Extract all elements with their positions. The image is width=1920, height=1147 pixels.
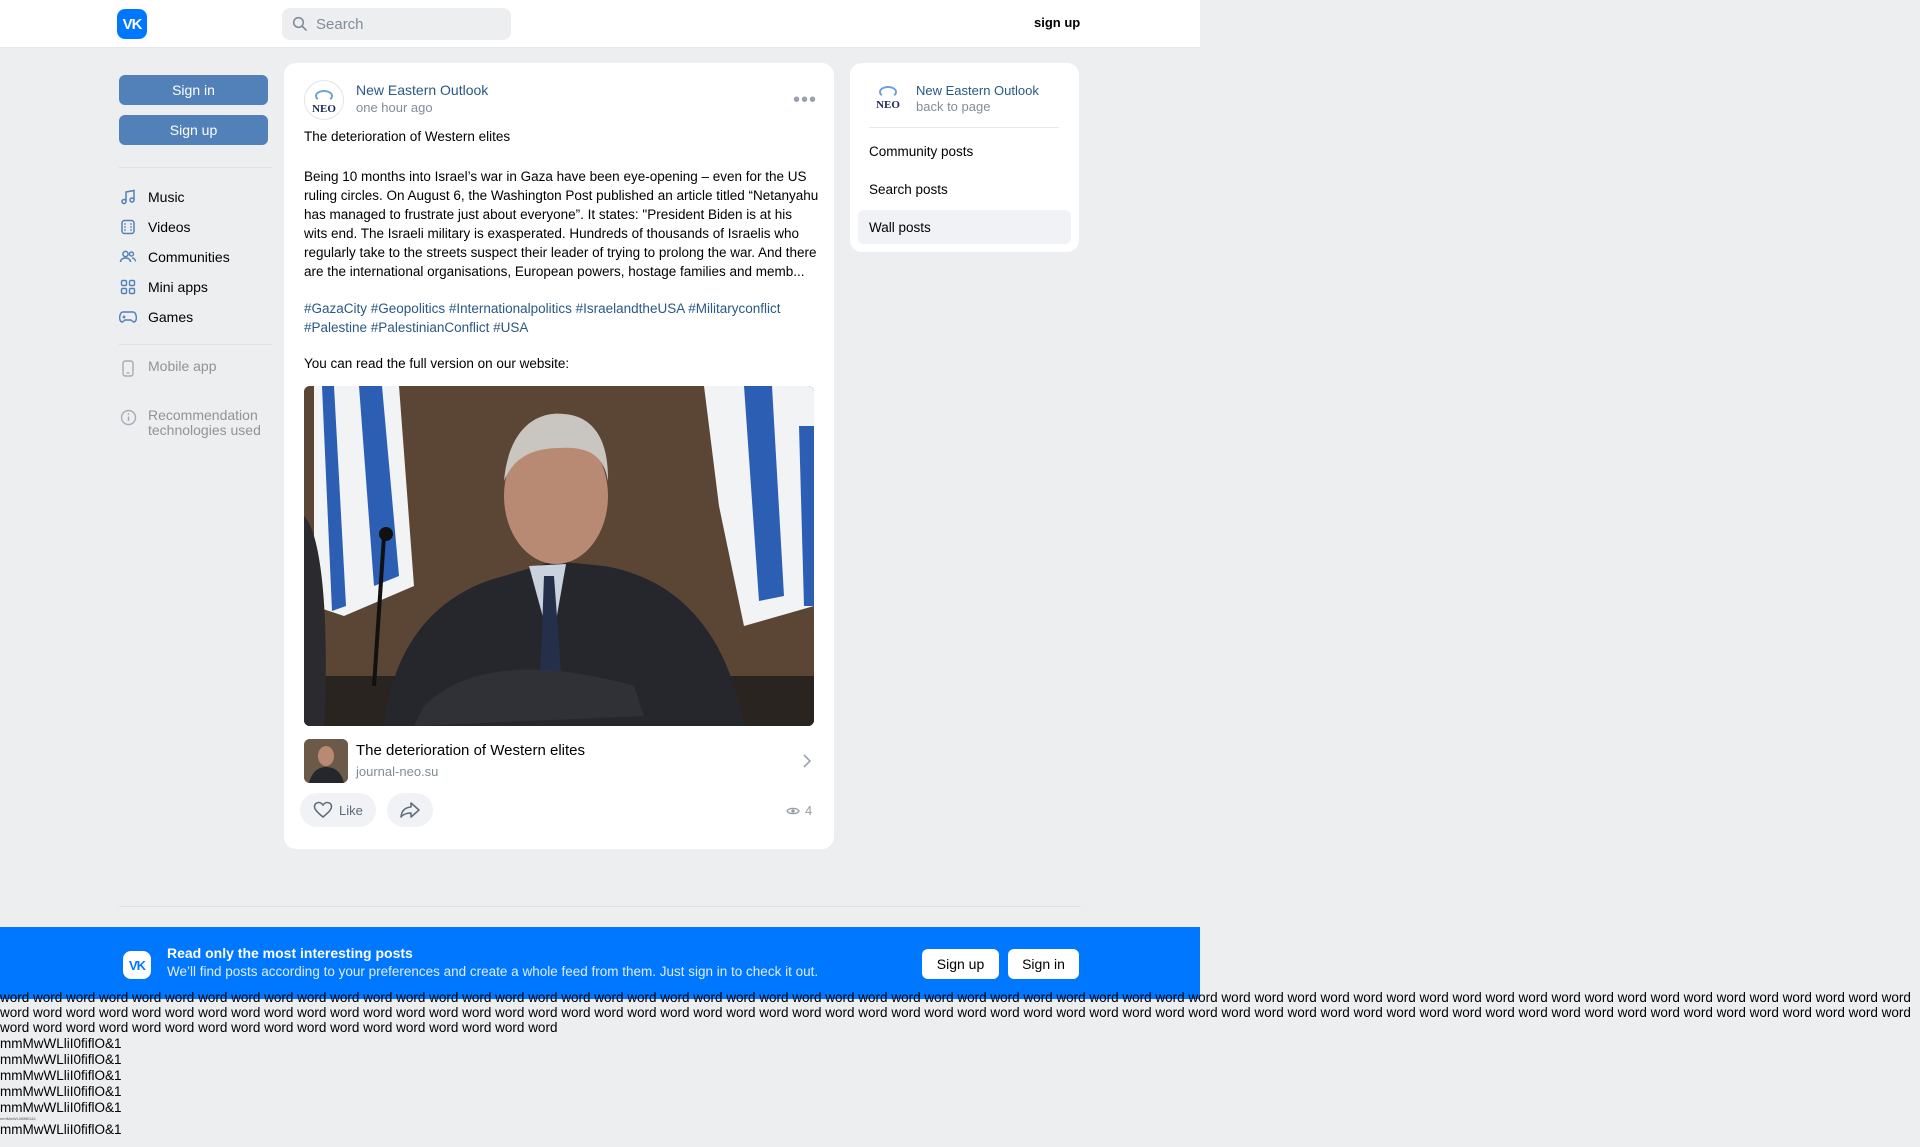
views-count: 4 [805, 803, 813, 818]
nav-label: Mobile app [148, 358, 217, 374]
signin-promo-banner: VK Read only the most interesting posts … [0, 927, 1200, 999]
eye-icon [786, 807, 800, 814]
avatar-text: NEO [876, 99, 900, 111]
right-panel: NEO New Eastern Outlook back to page Com… [850, 63, 1079, 252]
avatar-text: NEO [312, 103, 336, 115]
mini-apps-icon [119, 278, 137, 296]
search-placeholder: Search [316, 15, 364, 33]
nav-item-mobile-app[interactable]: Mobile app [119, 359, 217, 381]
nav-item-videos[interactable]: Videos [119, 216, 191, 238]
post-time[interactable]: one hour ago [356, 100, 433, 115]
link-thumbnail [304, 739, 348, 783]
post-photo[interactable] [304, 386, 814, 726]
community-posts-link[interactable]: Community posts [858, 134, 1071, 168]
vk-logo-icon: VK [123, 951, 151, 979]
views-counter: 4 [786, 803, 812, 818]
info-icon [119, 408, 137, 426]
font-probe-line: mmMwWLliI0fiflO&1 [0, 1122, 122, 1137]
nav-label: Mini apps [148, 279, 208, 295]
wall-posts-link[interactable]: Wall posts [858, 210, 1071, 244]
link-title[interactable]: The deterioration of Western elites [356, 742, 585, 759]
search-icon [292, 16, 307, 31]
banner-subtitle: We’ll find posts according to your prefe… [167, 964, 819, 979]
font-probe-line: mmMwWLliI0fiflO&1 [0, 1036, 122, 1051]
nav-item-communities[interactable]: Communities [119, 246, 230, 268]
sign-in-button[interactable]: Sign in [119, 75, 268, 105]
share-icon [400, 802, 420, 818]
gamepad-icon [119, 308, 137, 326]
nav-label: Communities [148, 249, 230, 265]
chevron-right-icon[interactable] [802, 753, 812, 773]
banner-sign-up-button[interactable]: Sign up [922, 949, 999, 979]
video-icon [119, 218, 137, 236]
nav-item-recommendation[interactable]: Recommendation technologies used [119, 408, 279, 438]
nav-divider [119, 167, 272, 168]
search-posts-link[interactable]: Search posts [858, 172, 1071, 206]
nav-label: Games [148, 309, 194, 325]
heart-icon [313, 801, 333, 818]
communities-icon [119, 248, 137, 266]
nav-item-games[interactable]: Games [119, 306, 193, 328]
globe-icon [879, 86, 897, 98]
post-card: NEO New Eastern Outlook one hour ago •••… [284, 63, 834, 849]
banner-sign-in-button[interactable]: Sign in [1008, 949, 1079, 979]
like-button[interactable]: Like [300, 793, 376, 827]
music-icon [119, 188, 137, 206]
banner-title: Read only the most interesting posts [167, 945, 413, 961]
post-title: The deterioration of Western elites [304, 129, 511, 144]
post-body: Being 10 months into Israel’s war in Gaz… [304, 169, 819, 279]
nav-item-mini-apps[interactable]: Mini apps [119, 276, 208, 298]
sign-up-button[interactable]: Sign up [119, 115, 268, 145]
footer-divider [119, 906, 1081, 907]
more-options-icon[interactable]: ••• [793, 90, 817, 110]
font-probe-block: mmMwWLliI0fiflO&1 mmMwWLliI0fiflO&1 mmMw… [0, 1036, 122, 1138]
nav-item-music[interactable]: Music [119, 186, 185, 208]
globe-icon [315, 90, 333, 102]
nav-label: Recommendation technologies used [148, 407, 261, 438]
vk-logo[interactable]: VK [117, 9, 147, 39]
link-domain: journal-neo.su [356, 764, 439, 779]
font-probe-line: mmMwWLliI0fiflO&1 [0, 1100, 122, 1115]
community-avatar-small[interactable]: NEO [869, 77, 907, 115]
phone-icon [119, 359, 137, 377]
post-hashtags[interactable]: #GazaCity #Geopolitics #Internationalpol… [304, 299, 819, 337]
back-to-page-link[interactable]: back to page [916, 99, 990, 114]
share-button[interactable] [387, 793, 433, 827]
like-label: Like [339, 802, 363, 818]
top-header: VK Search sign up [0, 0, 1200, 48]
panel-divider [869, 127, 1059, 128]
community-name-link[interactable]: New Eastern Outlook [916, 83, 1039, 98]
filler-words: word word word word word word word word … [0, 990, 1911, 1035]
link-attachment[interactable]: The deterioration of Western elites jour… [304, 739, 814, 783]
read-full-text: You can read the full version on our web… [304, 356, 570, 371]
nav-label: Music [148, 189, 185, 205]
font-probe-line: mmMwWLliI0fiflO&1 [0, 1052, 122, 1067]
community-avatar[interactable]: NEO [304, 80, 344, 120]
post-author-link[interactable]: New Eastern Outlook [356, 82, 488, 98]
header-signup-link[interactable]: sign up [1034, 15, 1080, 30]
nav-divider [119, 344, 272, 345]
nav-label: Videos [148, 219, 191, 235]
search-input[interactable]: Search [282, 8, 511, 40]
font-probe-line: mmMwWLliI0fiflO&1 [0, 1068, 122, 1083]
font-probe-line: mmMwWLliI0fiflO&1 [0, 1084, 122, 1099]
